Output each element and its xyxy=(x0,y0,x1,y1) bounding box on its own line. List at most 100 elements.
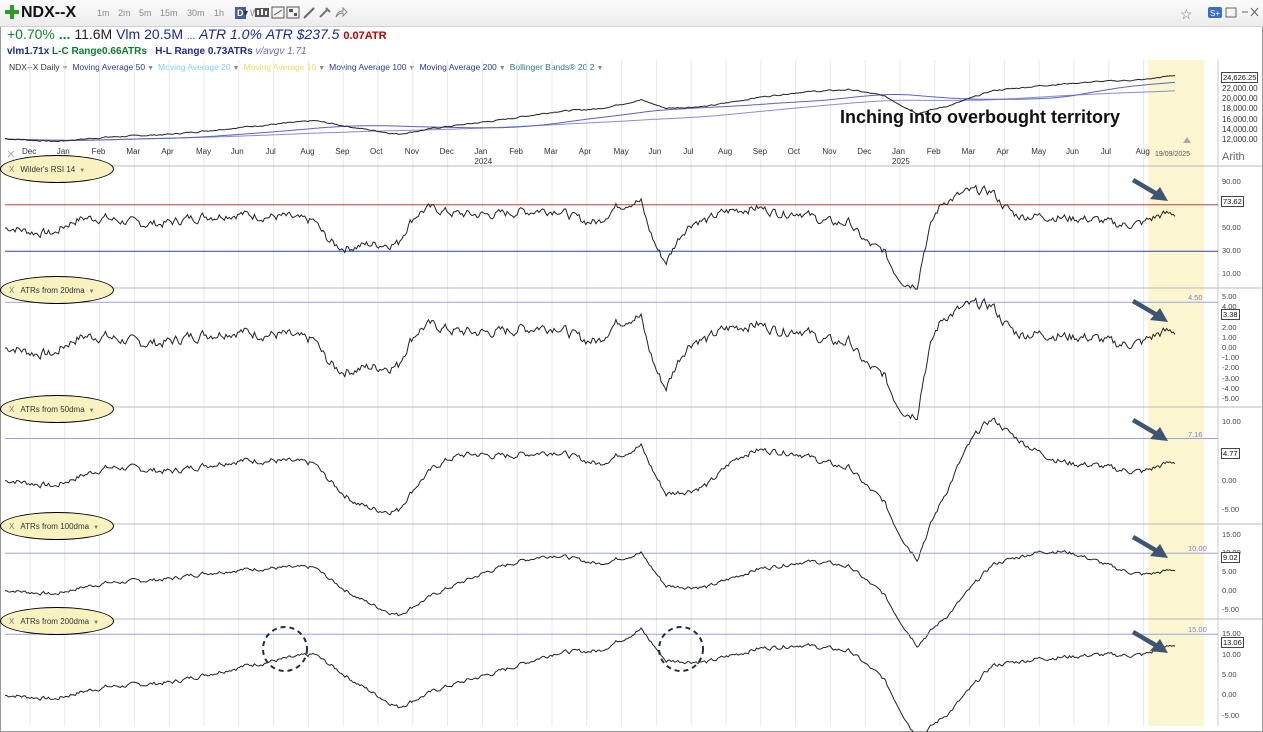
month-label: Dec xyxy=(22,147,37,156)
atr20-axis-tick: 2.00 xyxy=(1222,322,1237,332)
study-dropdown-icon[interactable]: ▼ xyxy=(89,289,95,295)
study-name: ATRs from 20dma xyxy=(20,286,85,295)
month-label: Aug xyxy=(1135,147,1150,156)
rsi-axis-tick: 90.00 xyxy=(1222,176,1241,186)
atr200-axis-tick: -5.00 xyxy=(1222,710,1240,720)
rsi-current-value: 73.62 xyxy=(1221,195,1244,207)
price-axis-tick: 12,000.00 xyxy=(1222,135,1258,145)
month-label: Jun xyxy=(648,147,662,156)
month-label: Jun xyxy=(230,147,244,156)
remove-study-icon[interactable]: X xyxy=(9,405,14,414)
remove-study-icon[interactable]: X xyxy=(9,617,14,626)
study-name: ATRs from 50dma xyxy=(20,405,85,414)
atr200-axis-tick: 0.00 xyxy=(1222,690,1237,700)
atr50-line xyxy=(4,417,1176,563)
month-label: Sep xyxy=(335,147,350,156)
rsi-study-label[interactable]: X Wilder's RSI 14 ▼ xyxy=(0,155,114,183)
atr100-line xyxy=(5,549,1176,648)
price-current-value: 24,626.25 xyxy=(1221,72,1259,83)
rsi-axis-tick: 30.00 xyxy=(1222,246,1241,256)
month-label: Jan xyxy=(892,147,905,156)
year-label: 2024 xyxy=(474,157,493,166)
remove-study-icon[interactable]: X xyxy=(9,165,14,174)
price-axis-tick: 22,000.00 xyxy=(1222,83,1258,93)
atr200-study-label[interactable]: X ATRs from 200dma ▼ xyxy=(0,607,114,635)
study-dropdown-icon[interactable]: ▼ xyxy=(89,408,95,414)
study-name: ATRs from 100dma xyxy=(20,522,90,531)
atr100-study-label[interactable]: X ATRs from 100dma ▼ xyxy=(0,512,114,540)
month-label: Feb xyxy=(926,147,941,156)
month-label: Jun xyxy=(1066,147,1079,156)
atr100-level-label: 10.00 xyxy=(1188,544,1207,554)
scale-mode-toggle[interactable]: Arith xyxy=(1222,151,1245,163)
atr20-current-value: 3.38 xyxy=(1221,308,1240,320)
month-label: Apr xyxy=(161,147,174,156)
atr20-axis-tick: -2.00 xyxy=(1222,363,1240,373)
study-dropdown-icon[interactable]: ▼ xyxy=(93,525,99,531)
month-label: Aug xyxy=(300,147,315,156)
atr200-current-value: 13.06 xyxy=(1221,637,1244,649)
month-label: Nov xyxy=(404,147,420,156)
atr50-study-label[interactable]: X ATRs from 50dma ▼ xyxy=(0,395,114,423)
atr50-axis-tick: 0.00 xyxy=(1222,475,1237,485)
month-label: Mar xyxy=(126,147,141,156)
month-label: Jul xyxy=(1100,147,1112,156)
atr100-axis-tick: -5.00 xyxy=(1222,604,1240,614)
rsi-line xyxy=(5,184,1176,290)
atr20-axis-tick: -4.00 xyxy=(1222,383,1240,393)
atr100-axis-tick: 15.00 xyxy=(1222,529,1241,539)
atr100-current-value: 9.02 xyxy=(1221,551,1240,563)
price-axis-tick: 14,000.00 xyxy=(1222,125,1258,134)
month-label: Nov xyxy=(822,147,837,156)
atr20-axis-tick: -3.00 xyxy=(1222,373,1240,383)
annotation-text: Inching into overbought territory xyxy=(840,107,1120,127)
study-dropdown-icon[interactable]: ▼ xyxy=(79,168,85,174)
month-label: Sep xyxy=(752,147,768,156)
study-dropdown-icon[interactable]: ▼ xyxy=(93,620,99,626)
month-label: Jul xyxy=(683,147,694,156)
month-label: Apr xyxy=(578,147,592,156)
atr20-axis-tick: -5.00 xyxy=(1222,393,1240,403)
month-label: Mar xyxy=(544,147,558,156)
month-label: Mar xyxy=(961,147,976,156)
study-name: Wilder's RSI 14 xyxy=(20,165,76,174)
year-label: 2025 xyxy=(892,157,910,166)
remove-study-icon[interactable]: X xyxy=(9,286,14,295)
atr20-axis-tick: 1.00 xyxy=(1222,332,1237,342)
scroll-left-icon xyxy=(7,150,15,158)
rsi-axis-tick: 10.00 xyxy=(1222,269,1241,279)
month-label: Feb xyxy=(91,147,106,156)
atr50-level-label: 7.16 xyxy=(1188,429,1203,439)
atr20-line xyxy=(5,297,1176,420)
atr20-axis-tick: 5.00 xyxy=(1222,292,1237,302)
atr200-axis-tick: 5.00 xyxy=(1222,670,1237,680)
month-label: Oct xyxy=(370,147,383,156)
atr50-current-value: 4.77 xyxy=(1221,447,1240,459)
month-label: Dec xyxy=(439,147,454,156)
atr200-axis-tick: 10.00 xyxy=(1222,649,1241,659)
month-label: Jul xyxy=(265,147,276,156)
highlight-circle-1 xyxy=(262,626,308,672)
atr20-study-label[interactable]: X ATRs from 20dma ▼ xyxy=(0,276,114,304)
month-label: Jan xyxy=(474,147,488,156)
price-axis-tick: 18,000.00 xyxy=(1222,104,1258,114)
atr20-level-label: 4.50 xyxy=(1188,293,1203,303)
month-label: May xyxy=(196,147,212,156)
atr100-axis-tick: 0.00 xyxy=(1222,585,1237,595)
atr20-axis-tick: 0.00 xyxy=(1222,343,1237,352)
remove-study-icon[interactable]: X xyxy=(9,522,14,531)
month-label: May xyxy=(613,147,629,156)
month-label: May xyxy=(1031,147,1047,156)
atr20-axis-tick: -1.00 xyxy=(1222,353,1240,363)
highlight-circle-2 xyxy=(658,626,704,672)
rsi-axis-tick: 50.00 xyxy=(1222,223,1241,232)
date-tag: 19/09/2025 xyxy=(1155,151,1191,158)
month-label: Dec xyxy=(857,147,872,156)
month-label: Apr xyxy=(996,147,1009,156)
price-axis-tick: 16,000.00 xyxy=(1222,114,1258,124)
atr50-axis-tick: 10.00 xyxy=(1222,416,1241,426)
month-label: Feb xyxy=(509,147,523,156)
price-axis-tick: 20,000.00 xyxy=(1222,93,1258,103)
atr100-axis-tick: 5.00 xyxy=(1222,567,1237,576)
atr200-line xyxy=(4,627,1176,732)
